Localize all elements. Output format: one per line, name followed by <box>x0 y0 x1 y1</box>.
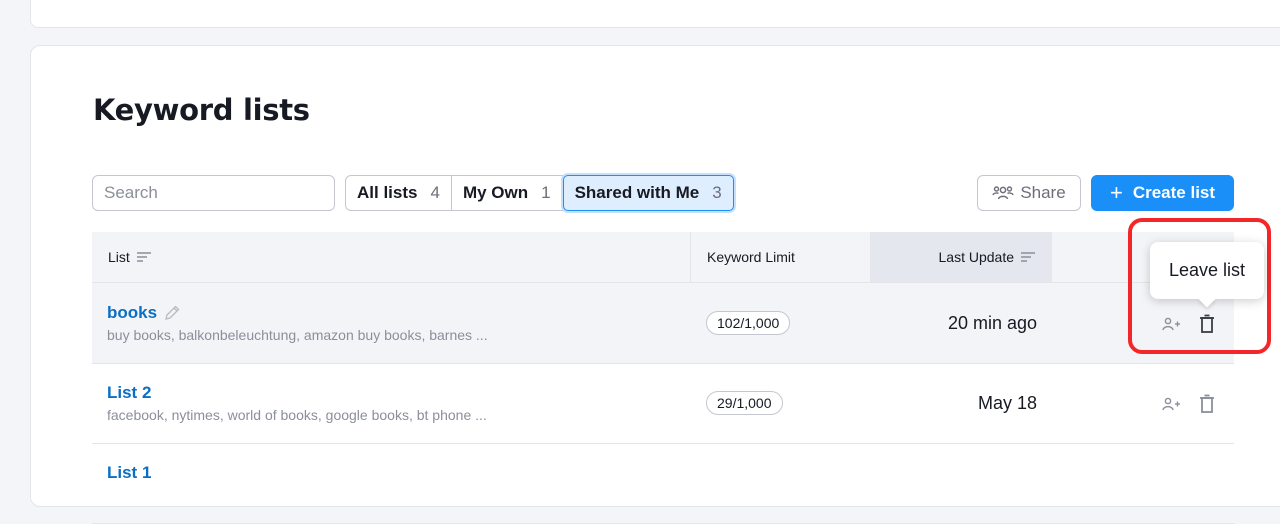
list-keywords: facebook, nytimes, world of books, googl… <box>107 407 487 423</box>
column-label: Keyword Limit <box>707 249 795 265</box>
row-actions <box>1160 313 1218 335</box>
tab-count: 1 <box>541 183 551 202</box>
search-box <box>92 175 335 211</box>
delete-button[interactable] <box>1196 393 1218 415</box>
list-keywords: buy books, balkonbeleuchtung, amazon buy… <box>107 327 488 343</box>
tab-all-lists[interactable]: All lists 4 <box>346 176 452 210</box>
delete-button[interactable] <box>1196 313 1218 335</box>
table-header: List Keyword Limit Last Update <box>92 232 1234 283</box>
column-label: List <box>108 249 130 265</box>
list-name: books <box>107 303 158 322</box>
add-user-icon <box>1162 317 1180 331</box>
create-list-button[interactable]: + Create list <box>1091 175 1234 211</box>
column-header-keyword-limit: Keyword Limit <box>690 232 870 282</box>
tab-label: My Own <box>462 183 529 202</box>
list-name: List 1 <box>107 463 152 482</box>
sort-icon <box>136 252 151 262</box>
column-label: Last Update <box>938 249 1015 265</box>
page-title: Keyword lists <box>93 93 310 127</box>
list-name-link[interactable]: List 2 <box>107 383 151 403</box>
keyword-limit-badge: 29/1,000 <box>706 391 783 415</box>
search-input[interactable] <box>93 176 334 210</box>
table-row[interactable]: List 1 <box>92 443 1234 524</box>
add-user-button[interactable] <box>1160 393 1182 415</box>
share-users-icon <box>992 186 1014 200</box>
last-update: 20 min ago <box>947 313 1037 333</box>
trash-icon <box>1200 314 1214 333</box>
tab-my-own[interactable]: My Own 1 <box>452 176 563 210</box>
list-filter-tabs: All lists 4 My Own 1 Shared with Me 3 <box>345 175 734 211</box>
list-name-link[interactable]: List 1 <box>107 463 151 483</box>
leave-list-tooltip: Leave list <box>1150 242 1264 299</box>
table-row[interactable]: List 2 facebook, nytimes, world of books… <box>92 363 1234 444</box>
share-label: Share <box>1020 183 1066 202</box>
last-update: May 18 <box>977 393 1037 413</box>
trash-icon <box>1200 394 1214 413</box>
add-user-button[interactable] <box>1160 313 1182 335</box>
tab-count: 4 <box>430 183 440 202</box>
column-header-list[interactable]: List <box>108 232 152 282</box>
plus-icon: + <box>1109 180 1123 205</box>
top-card <box>30 0 1280 28</box>
tab-label: All lists <box>357 183 418 202</box>
add-user-icon <box>1162 397 1180 411</box>
pencil-icon[interactable] <box>163 304 181 322</box>
list-name-link[interactable]: books <box>107 303 181 323</box>
share-button[interactable]: Share <box>977 175 1081 211</box>
table-row[interactable]: books buy books, balkonbeleuchtung, amaz… <box>92 283 1234 364</box>
column-header-last-update[interactable]: Last Update <box>870 232 1052 282</box>
list-name: List 2 <box>107 383 152 402</box>
keyword-limit-badge: 102/1,000 <box>706 311 791 335</box>
sort-icon <box>1021 252 1035 262</box>
tab-count: 3 <box>712 183 722 202</box>
tab-shared-with-me[interactable]: Shared with Me 3 <box>562 175 734 211</box>
row-actions <box>1160 393 1218 415</box>
tab-label: Shared with Me <box>574 183 700 202</box>
create-list-label: Create list <box>1132 183 1216 202</box>
